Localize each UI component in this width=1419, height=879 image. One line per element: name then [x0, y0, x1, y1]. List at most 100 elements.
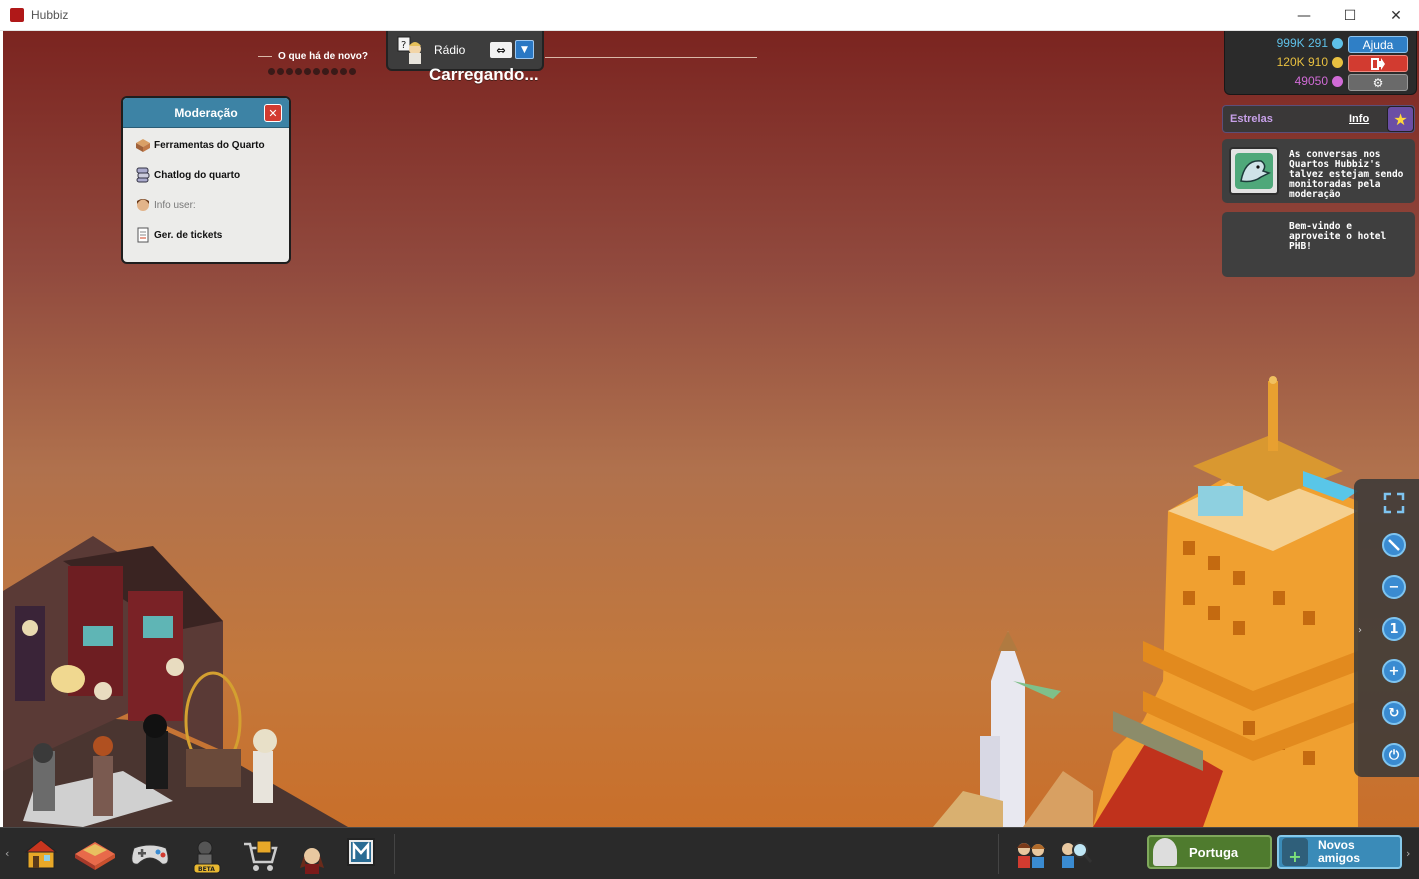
new-friends-label: Novos amigos [1318, 838, 1361, 865]
shop-icon [244, 840, 278, 871]
spire [1268, 381, 1278, 451]
gear-icon: ⚙ [1372, 75, 1384, 90]
avatar-button[interactable] [292, 836, 330, 874]
friends-icon [1017, 843, 1045, 868]
radio-toggle-button[interactable]: ⇔ [490, 42, 512, 58]
toolbar-left-arrow[interactable]: ‹ [5, 847, 9, 860]
power-icon: ⏻ [1388, 747, 1400, 763]
zoom-out-icon: − [1388, 579, 1400, 595]
news-page-dot[interactable] [331, 68, 338, 75]
whats-new-widget[interactable]: O que há de novo? [258, 51, 374, 62]
news-page-dot[interactable] [295, 68, 302, 75]
divider [545, 57, 757, 58]
notification-text: As conversas nos Quartos Hubbiz's talvez… [1289, 149, 1404, 200]
news-page-dot[interactable] [349, 68, 356, 75]
avatar-icon [298, 840, 326, 874]
stars-button[interactable]: ★ [1387, 106, 1414, 132]
mod-item-label: Info user: [154, 199, 196, 211]
news-page-dot[interactable] [268, 68, 275, 75]
news-page-dot[interactable] [286, 68, 293, 75]
new-friends-button[interactable]: + Novos amigos [1277, 835, 1402, 869]
games-button[interactable] [128, 836, 169, 872]
news-page-dot[interactable] [277, 68, 284, 75]
zoom-in-button[interactable]: + [1382, 659, 1406, 683]
divider [258, 56, 272, 57]
mod-item-room-tools[interactable]: Ferramentas do Quarto [123, 130, 289, 160]
notification-card[interactable]: As conversas nos Quartos Hubbiz's talvez… [1222, 139, 1415, 203]
mod-item-label: Ger. de tickets [154, 229, 223, 241]
window-titlebar: Hubbiz — ☐ ✕ [0, 0, 1419, 31]
moderation-window: Moderação ✕ Ferramentas do Quarto Chatlo… [121, 96, 291, 264]
lamp [51, 665, 85, 693]
logout-button[interactable] [1348, 55, 1408, 72]
credits-value: 120K 910 [1276, 55, 1328, 69]
block-button[interactable] [1382, 533, 1406, 557]
m-button[interactable] [346, 836, 384, 872]
news-page-dot[interactable] [322, 68, 329, 75]
mod-item-tickets[interactable]: Ger. de tickets [123, 220, 289, 250]
moderation-close-button[interactable]: ✕ [264, 104, 282, 122]
shop-button[interactable] [240, 836, 278, 872]
mod-item-user-info[interactable]: Info user: [123, 190, 289, 220]
room-icon [75, 842, 115, 870]
window-controls: — ☐ ✕ [1281, 0, 1419, 31]
notification-card[interactable]: Bem-vindo e aproveite o hotel PHB! [1222, 212, 1415, 277]
whats-new-label: O que há de novo? [278, 51, 369, 62]
home-icon [24, 839, 58, 869]
add-friend-icon: + [1282, 838, 1308, 866]
room-tools-icon [136, 139, 150, 152]
news-pagination [268, 68, 356, 75]
notification-text: Bem-vindo e aproveite o hotel PHB! [1289, 221, 1387, 252]
news-page-dot[interactable] [304, 68, 311, 75]
currency-panel: 999K 291 120K 910 49050 Ajuda ⚙ [1224, 31, 1417, 95]
news-page-dot[interactable] [313, 68, 320, 75]
help-button[interactable]: Ajuda [1348, 36, 1408, 53]
search-friends-icon [1062, 842, 1093, 868]
minimize-button[interactable]: — [1281, 0, 1327, 31]
stars-info-link[interactable]: Info [1349, 113, 1369, 125]
games-icon [131, 844, 169, 865]
moderation-header[interactable]: Moderação ✕ [123, 98, 289, 128]
stars-label: Estrelas [1230, 113, 1273, 125]
zoom-out-button[interactable]: − [1382, 575, 1406, 599]
zoom-reset-button[interactable]: 1 [1382, 617, 1406, 641]
radio-dropdown-button[interactable]: ▼ [515, 40, 534, 59]
mod-item-label: Chatlog do quarto [154, 169, 241, 181]
news-page-dot[interactable] [340, 68, 347, 75]
rotate-button[interactable]: ↻ [1382, 701, 1406, 725]
stars-bar: Estrelas Info ★ [1222, 105, 1415, 133]
home-button[interactable] [23, 836, 61, 872]
fullscreen-button[interactable] [1382, 491, 1406, 515]
chatlog-icon [136, 167, 150, 183]
toolbar-right-arrow[interactable]: › [1406, 847, 1410, 860]
block-icon [1388, 539, 1400, 551]
maximize-button[interactable]: ☐ [1327, 0, 1373, 31]
friends-button[interactable] [1012, 836, 1050, 872]
points-value: 49050 [1294, 74, 1328, 88]
diamonds-value: 999K 291 [1276, 36, 1328, 50]
diamonds-row: 999K 291 [1225, 36, 1343, 50]
zoom-in-icon: + [1388, 663, 1400, 679]
current-room-button[interactable]: Portuga [1147, 835, 1272, 869]
beta-button[interactable]: BETA [186, 836, 224, 874]
rooms-button[interactable] [73, 836, 115, 872]
moderation-title: Moderação [174, 105, 238, 120]
collapse-arrow-icon[interactable]: › [1358, 625, 1362, 636]
rotate-icon: ↻ [1388, 705, 1400, 721]
mod-item-label: Ferramentas do Quarto [154, 139, 265, 151]
settings-button[interactable]: ⚙ [1348, 74, 1408, 91]
moderator-shark-icon [1229, 147, 1279, 195]
m-icon [347, 838, 375, 866]
user-info-icon [137, 199, 149, 211]
close-button[interactable]: ✕ [1373, 0, 1419, 31]
search-friends-button[interactable] [1056, 836, 1094, 872]
star-icon: ★ [1393, 109, 1408, 129]
power-button[interactable]: ⏻ [1382, 743, 1406, 767]
svg-text:?: ? [401, 40, 406, 51]
tickets-icon [137, 227, 149, 243]
shelf-jars [83, 626, 113, 646]
svg-text:BETA: BETA [198, 866, 215, 873]
game-viewport[interactable]: O que há de novo? ? Rádio ⇔ ▼ Carregando… [3, 31, 1419, 827]
mod-item-chatlog[interactable]: Chatlog do quarto [123, 160, 289, 190]
divider [394, 834, 395, 874]
